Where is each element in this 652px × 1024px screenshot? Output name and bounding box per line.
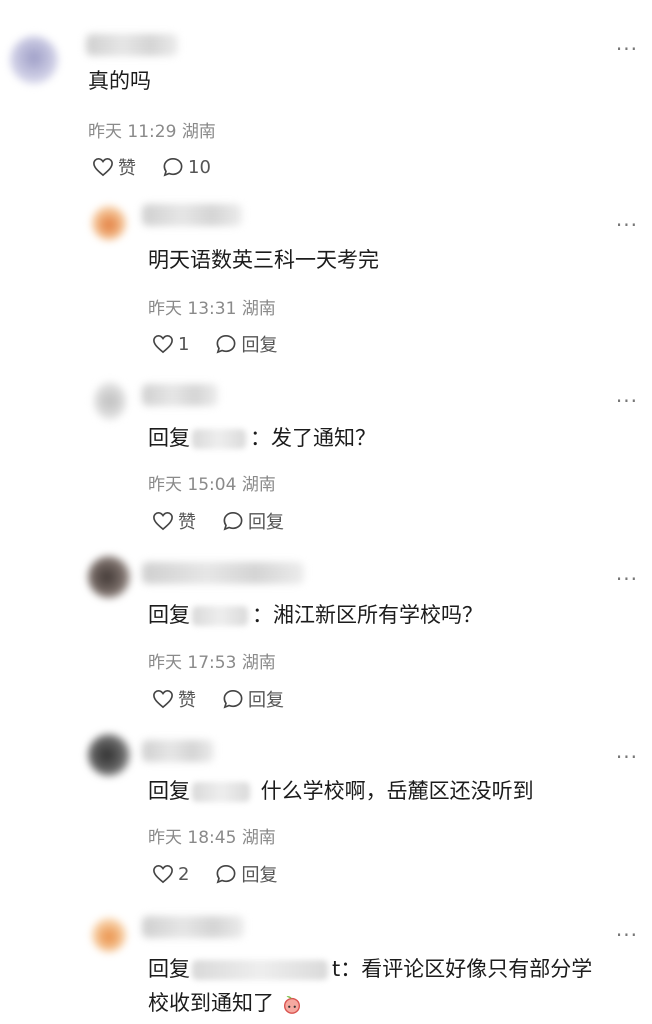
reply-prefix: 回复 bbox=[148, 957, 190, 981]
avatar[interactable] bbox=[88, 556, 130, 598]
reply-actions: 赞 回复 bbox=[152, 686, 310, 712]
avatar[interactable] bbox=[92, 206, 126, 240]
reply-actions: 赞 回复 bbox=[152, 508, 310, 534]
like-label: 赞 bbox=[118, 158, 136, 179]
reply-body: ：发了通知？ bbox=[250, 426, 376, 450]
location: 湖南 bbox=[241, 653, 276, 673]
timestamp: 昨天 17:53 bbox=[148, 653, 237, 673]
heart-icon bbox=[153, 689, 173, 709]
location: 湖南 bbox=[181, 122, 216, 142]
reply-label: 回复 bbox=[241, 865, 278, 886]
location: 湖南 bbox=[241, 299, 276, 319]
reply-text: 回复 什么学校啊，岳麓区还没听到 bbox=[148, 774, 534, 808]
reply-button[interactable]: 回复 bbox=[215, 861, 277, 887]
mention-blurred[interactable] bbox=[192, 429, 246, 449]
username-blurred[interactable] bbox=[142, 916, 244, 938]
username-blurred[interactable] bbox=[86, 34, 178, 56]
username-blurred[interactable] bbox=[142, 204, 242, 226]
reply-text: 回复 ：湘江新区所有学校吗？ bbox=[148, 598, 483, 632]
reply-meta: 昨天 13:31 湖南 bbox=[148, 294, 276, 319]
heart-icon bbox=[153, 334, 173, 354]
like-count: 2 bbox=[178, 863, 190, 885]
comment-text: 真的吗 bbox=[88, 69, 151, 93]
like-label: 赞 bbox=[178, 690, 196, 711]
username-blurred[interactable] bbox=[142, 740, 214, 762]
peach-emoji-icon bbox=[283, 996, 300, 1014]
like-button[interactable]: 1 bbox=[152, 334, 189, 355]
reply-button[interactable]: 回复 bbox=[222, 508, 284, 534]
like-button[interactable]: 赞 bbox=[152, 508, 196, 534]
reply-prefix: 回复 bbox=[148, 426, 190, 450]
avatar[interactable] bbox=[10, 36, 58, 84]
more-options-icon[interactable]: ··· bbox=[616, 39, 638, 59]
comment-bubble-icon bbox=[163, 157, 183, 177]
more-options-icon[interactable]: ··· bbox=[616, 391, 638, 411]
reply-prefix: 回复 bbox=[148, 779, 190, 803]
comment-bubble-icon bbox=[223, 689, 243, 709]
heart-icon bbox=[93, 157, 113, 177]
username-blurred[interactable] bbox=[142, 562, 304, 584]
like-button[interactable]: 赞 bbox=[92, 154, 136, 180]
reply-label: 回复 bbox=[248, 512, 284, 533]
more-options-icon[interactable]: ··· bbox=[616, 925, 638, 945]
avatar[interactable] bbox=[88, 734, 130, 776]
reply-body-line2: 校收到通知了 bbox=[148, 991, 274, 1015]
reply-actions: 1 回复 bbox=[152, 331, 303, 357]
avatar[interactable] bbox=[94, 382, 126, 420]
reply-meta: 昨天 18:45 湖南 bbox=[148, 823, 276, 848]
more-options-icon[interactable]: ··· bbox=[616, 747, 638, 767]
timestamp: 昨天 11:29 bbox=[88, 122, 177, 142]
timestamp: 昨天 15:04 bbox=[148, 475, 237, 495]
location: 湖南 bbox=[241, 475, 276, 495]
comment-meta: 昨天 11:29 湖南 bbox=[88, 117, 216, 142]
reply-label: 回复 bbox=[241, 335, 278, 356]
more-options-icon[interactable]: ··· bbox=[616, 215, 638, 235]
reply-text: 明天语数英三科一天考完 bbox=[148, 248, 379, 272]
reply-meta: 昨天 17:53 湖南 bbox=[148, 648, 276, 673]
reply-body: 什么学校啊，岳麓区还没听到 bbox=[254, 779, 534, 803]
mention-blurred[interactable] bbox=[192, 782, 250, 802]
like-button[interactable]: 2 bbox=[152, 864, 189, 885]
comment-bubble-icon bbox=[216, 334, 236, 354]
reply-body: t：看评论区好像只有部分学 bbox=[332, 957, 593, 981]
comment-bubble-icon bbox=[223, 511, 243, 531]
mention-blurred[interactable] bbox=[192, 606, 248, 626]
reply-actions: 2 回复 bbox=[152, 861, 303, 887]
location: 湖南 bbox=[241, 828, 276, 848]
comment-actions: 赞 10 bbox=[92, 154, 237, 180]
reply-body: ：湘江新区所有学校吗？ bbox=[252, 603, 483, 627]
reply-count: 10 bbox=[188, 156, 211, 178]
heart-icon bbox=[153, 511, 173, 531]
reply-label: 回复 bbox=[248, 690, 284, 711]
reply-meta: 昨天 15:04 湖南 bbox=[148, 470, 276, 495]
heart-icon bbox=[153, 864, 173, 884]
avatar[interactable] bbox=[92, 918, 126, 952]
timestamp: 昨天 13:31 bbox=[148, 299, 237, 319]
mention-blurred[interactable] bbox=[192, 960, 328, 980]
username-blurred[interactable] bbox=[142, 384, 218, 406]
reply-button[interactable]: 回复 bbox=[215, 331, 277, 357]
reply-button[interactable]: 回复 bbox=[222, 686, 284, 712]
reply-text: 回复 ：发了通知？ bbox=[148, 421, 376, 455]
like-button[interactable]: 赞 bbox=[152, 686, 196, 712]
comment-bubble-icon bbox=[216, 864, 236, 884]
reply-button[interactable]: 10 bbox=[162, 157, 211, 178]
like-count: 1 bbox=[178, 333, 190, 355]
reply-text: 回复 t：看评论区好像只有部分学 bbox=[148, 952, 592, 986]
reply-prefix: 回复 bbox=[148, 603, 190, 627]
like-label: 赞 bbox=[178, 512, 196, 533]
reply-text-line2: 校收到通知了 bbox=[148, 986, 303, 1020]
timestamp: 昨天 18:45 bbox=[148, 828, 237, 848]
more-options-icon[interactable]: ··· bbox=[616, 569, 638, 589]
